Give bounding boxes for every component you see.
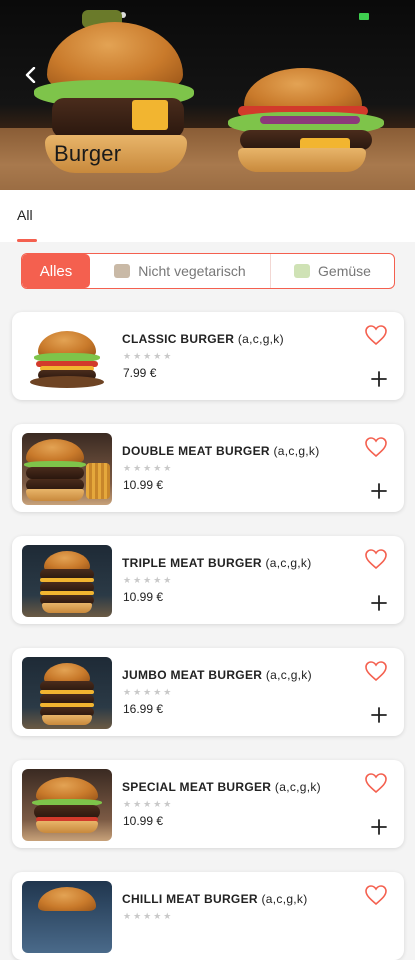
meat-icon bbox=[114, 264, 131, 278]
page-title: Burger bbox=[54, 141, 122, 166]
filter-gemuese[interactable]: Gemüse bbox=[271, 254, 394, 288]
product-name: SPECIAL MEAT BURGER (a,c,g,k) bbox=[122, 780, 321, 794]
burger-bun-top bbox=[47, 22, 183, 88]
burger-bun-bottom bbox=[238, 148, 366, 172]
product-price: 7.99 € bbox=[123, 366, 157, 380]
back-button[interactable] bbox=[18, 62, 44, 88]
favorite-heart-icon[interactable] bbox=[364, 324, 388, 346]
filter-nicht-vegetarisch[interactable]: Nicht vegetarisch bbox=[90, 254, 271, 288]
rating-stars: ★★★★★ bbox=[123, 351, 174, 361]
product-price: 10.99 € bbox=[123, 478, 164, 492]
product-card[interactable]: CHILLI MEAT BURGER (a,c,g,k) ★★★★★ bbox=[12, 872, 404, 960]
add-to-cart-icon[interactable] bbox=[370, 482, 388, 500]
product-name: JUMBO MEAT BURGER (a,c,g,k) bbox=[122, 668, 312, 682]
filter-label: Alles bbox=[39, 262, 73, 280]
burger-cheese bbox=[132, 100, 168, 130]
battery-icon bbox=[359, 13, 369, 20]
product-image bbox=[22, 657, 112, 729]
product-price: 10.99 € bbox=[123, 590, 164, 604]
product-name: CHILLI MEAT BURGER (a,c,g,k) bbox=[122, 892, 308, 906]
filter-alles[interactable]: Alles bbox=[22, 254, 90, 288]
rating-stars: ★★★★★ bbox=[123, 687, 174, 697]
add-to-cart-icon[interactable] bbox=[370, 370, 388, 388]
favorite-heart-icon[interactable] bbox=[364, 884, 388, 906]
tab-all[interactable]: All bbox=[17, 207, 33, 223]
filter-label: Gemüse bbox=[318, 263, 371, 279]
diet-filter-segment: Alles Nicht vegetarisch Gemüse bbox=[21, 253, 395, 289]
back-arrow-icon bbox=[25, 67, 36, 83]
add-to-cart-icon[interactable] bbox=[370, 818, 388, 836]
product-image bbox=[22, 881, 112, 953]
favorite-heart-icon[interactable] bbox=[364, 660, 388, 682]
product-card[interactable]: DOUBLE MEAT BURGER (a,c,g,k) ★★★★★ 10.99… bbox=[12, 424, 404, 512]
product-name: CLASSIC BURGER (a,c,g,k) bbox=[122, 332, 284, 346]
product-card[interactable]: TRIPLE MEAT BURGER (a,c,g,k) ★★★★★ 10.99… bbox=[12, 536, 404, 624]
product-card[interactable]: SPECIAL MEAT BURGER (a,c,g,k) ★★★★★ 10.9… bbox=[12, 760, 404, 848]
vegetable-icon bbox=[294, 264, 311, 278]
product-card[interactable]: CLASSIC BURGER (a,c,g,k) ★★★★★ 7.99 € bbox=[12, 312, 404, 400]
product-name: DOUBLE MEAT BURGER (a,c,g,k) bbox=[122, 444, 320, 458]
rating-stars: ★★★★★ bbox=[123, 575, 174, 585]
favorite-heart-icon[interactable] bbox=[364, 548, 388, 570]
rating-stars: ★★★★★ bbox=[123, 463, 174, 473]
tab-active-indicator bbox=[17, 239, 37, 242]
product-card[interactable]: JUMBO MEAT BURGER (a,c,g,k) ★★★★★ 16.99 … bbox=[12, 648, 404, 736]
product-name: TRIPLE MEAT BURGER (a,c,g,k) bbox=[122, 556, 312, 570]
rating-stars: ★★★★★ bbox=[123, 911, 174, 921]
favorite-heart-icon[interactable] bbox=[364, 772, 388, 794]
add-to-cart-icon[interactable] bbox=[370, 594, 388, 612]
product-image bbox=[22, 769, 112, 841]
product-price: 16.99 € bbox=[123, 702, 164, 716]
product-price: 10.99 € bbox=[123, 814, 164, 828]
burger-onion bbox=[260, 116, 360, 124]
product-image bbox=[22, 545, 112, 617]
category-header-image: Burger bbox=[0, 0, 415, 190]
rating-stars: ★★★★★ bbox=[123, 799, 174, 809]
category-tabbar: All bbox=[0, 190, 415, 242]
add-to-cart-icon[interactable] bbox=[370, 706, 388, 724]
product-image bbox=[22, 433, 112, 505]
filter-label: Nicht vegetarisch bbox=[138, 263, 246, 279]
product-image bbox=[22, 321, 112, 393]
favorite-heart-icon[interactable] bbox=[364, 436, 388, 458]
